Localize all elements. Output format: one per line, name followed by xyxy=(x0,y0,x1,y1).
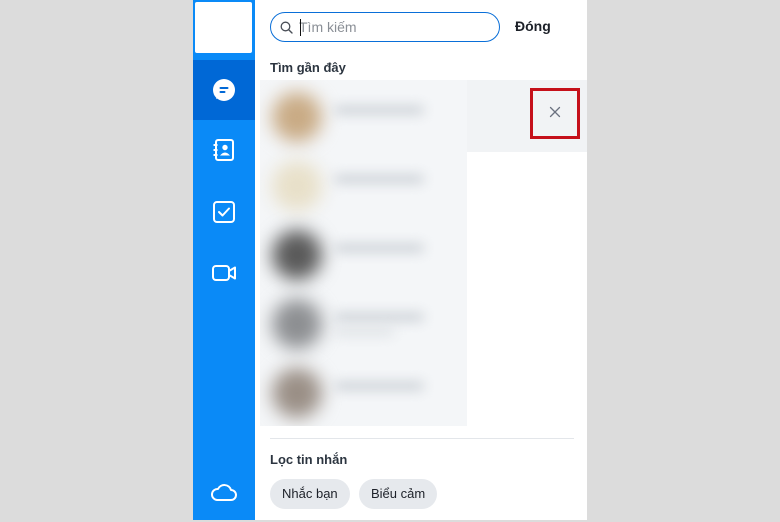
avatar[interactable] xyxy=(195,2,252,53)
recent-searches-list xyxy=(260,80,467,426)
search-icon xyxy=(280,21,293,39)
blurred-name xyxy=(334,244,424,252)
cloud-icon xyxy=(210,482,238,504)
search-panel: Đóng Tìm gần đây xyxy=(255,0,587,520)
app-window: Đóng Tìm gần đây xyxy=(193,0,587,520)
sidebar-item-messages[interactable] xyxy=(193,61,255,119)
remove-recent-button[interactable] xyxy=(530,88,580,139)
sidebar-item-todo[interactable] xyxy=(193,183,255,241)
avatar xyxy=(272,161,322,211)
text-cursor xyxy=(300,19,301,36)
contact-book-icon xyxy=(211,137,237,163)
avatar xyxy=(272,368,322,418)
list-item[interactable] xyxy=(260,218,467,287)
list-item[interactable] xyxy=(260,356,467,425)
blurred-name xyxy=(334,106,424,114)
list-item[interactable] xyxy=(260,149,467,218)
filter-chip-reminders[interactable]: Nhắc bạn xyxy=(270,479,350,509)
sidebar-item-contacts[interactable] xyxy=(193,121,255,179)
sidebar-item-cloud[interactable] xyxy=(193,464,255,522)
sidebar xyxy=(193,0,255,520)
sidebar-item-video-call[interactable] xyxy=(193,244,255,302)
list-item[interactable] xyxy=(260,80,467,149)
filter-chip-reactions[interactable]: Biểu cảm xyxy=(359,479,438,509)
blurred-name xyxy=(334,313,424,321)
blurred-name xyxy=(334,382,424,390)
checkbox-icon xyxy=(211,199,237,225)
search-input[interactable] xyxy=(299,17,489,37)
search-bar[interactable] xyxy=(270,12,500,42)
filter-messages-title: Lọc tin nhắn xyxy=(270,452,348,467)
close-x-icon xyxy=(549,105,561,123)
avatar xyxy=(272,92,322,142)
close-search-button[interactable]: Đóng xyxy=(515,18,551,34)
video-camera-icon xyxy=(210,260,238,286)
recent-searches-title: Tìm gần đây xyxy=(270,60,346,75)
blurred-subtitle xyxy=(334,329,394,335)
list-item[interactable] xyxy=(260,287,467,356)
blurred-name xyxy=(334,175,424,183)
avatar xyxy=(272,299,322,349)
divider xyxy=(270,438,574,439)
chat-bubble-icon xyxy=(211,77,237,103)
avatar xyxy=(272,230,322,280)
